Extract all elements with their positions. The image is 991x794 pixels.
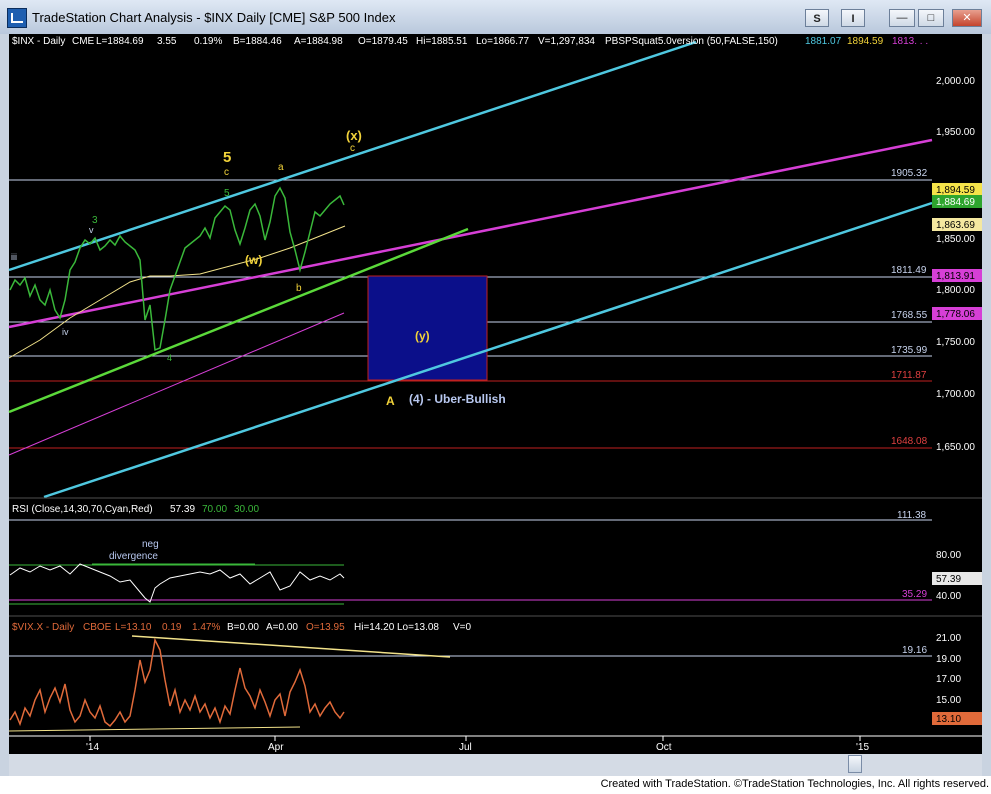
price-bid: B=1884.46	[233, 36, 282, 47]
wave-c-small-label: c	[350, 143, 355, 154]
wave-v-label: v	[89, 225, 94, 235]
price-tick-2000: 2,000.00	[936, 76, 975, 87]
level-label-1905: 1905.32	[891, 168, 928, 179]
price-pane[interactable]: $INX - Daily CME L=1884.69 3.55 0.19% B=…	[8, 36, 982, 499]
price-ask: A=1884.98	[294, 36, 343, 47]
vix-high: Hi=14.20	[354, 622, 395, 633]
level-label-1648: 1648.08	[891, 436, 928, 447]
rsi-value-tag: 57.39	[936, 574, 961, 585]
vix-tick-17: 17.00	[936, 674, 961, 685]
vix-pct: 1.47%	[192, 622, 220, 633]
target-box[interactable]	[367, 275, 488, 381]
price-tick-1700: 1,700.00	[936, 389, 975, 400]
rsi-title: RSI (Close,14,30,70,Cyan,Red)	[12, 504, 153, 515]
study-value-3: 1813. . .	[892, 36, 928, 47]
rsi-os: 30.00	[234, 504, 259, 515]
wave-iv-label: iv	[62, 327, 69, 337]
rsi-tick-40: 40.00	[936, 591, 961, 602]
vix-open: O=13.95	[306, 622, 345, 633]
study-value-2: 1894.59	[847, 36, 884, 47]
lower-channel-line[interactable]	[43, 201, 933, 499]
vix-change: 0.19	[162, 622, 182, 633]
vix-support-line	[8, 726, 301, 732]
wave-a-label: a	[278, 162, 284, 173]
vix-tick-21: 21.00	[936, 633, 961, 644]
upper-channel-line[interactable]	[8, 40, 697, 272]
wave-5-label: 5	[223, 149, 231, 166]
rsi-tick-80: 80.00	[936, 550, 961, 561]
wave-y-label: (y)	[415, 329, 430, 343]
vix-bid: B=0.00	[227, 622, 259, 633]
vix-bars[interactable]	[9, 637, 345, 728]
price-tick-1650: 1,650.00	[936, 442, 975, 453]
vix-resistance-line[interactable]	[131, 635, 451, 658]
x-tick-oct: Oct	[656, 742, 672, 753]
level-label-1768: 1768.55	[891, 310, 928, 321]
magenta-ma-line	[8, 312, 345, 456]
study-value-1: 1881.07	[805, 36, 842, 47]
rsi-note-divergence: divergence	[109, 551, 158, 562]
x-tick-jul: Jul	[459, 742, 472, 753]
axis-tag-1813: 1,813.91	[936, 271, 975, 282]
uber-bullish-label: (4) - Uber-Bullish	[409, 392, 506, 406]
wave-b-label: b	[296, 283, 302, 294]
vix-last: L=13.10	[115, 622, 152, 633]
vix-tick-19: 19.00	[936, 654, 961, 665]
study-name: PBSPSquat5.0version (50,FALSE,150)	[605, 36, 778, 47]
level-label-1811: 1811.49	[891, 265, 927, 276]
price-pct: 0.19%	[194, 36, 222, 47]
rsi-ob: 70.00	[202, 504, 227, 515]
price-tick-1850: 1,850.00	[936, 234, 975, 245]
vix-value-tag: 13.10	[936, 714, 961, 725]
price-last: L=1884.69	[96, 36, 144, 47]
price-symbol: $INX - Daily	[12, 36, 65, 47]
level-label-1711: 1711.87	[891, 370, 927, 381]
price-change: 3.55	[157, 36, 177, 47]
vix-volume: V=0	[453, 622, 472, 633]
x-tick-apr: Apr	[268, 742, 284, 753]
wave-A-label: A	[386, 394, 395, 408]
price-volume: V=1,297,834	[538, 36, 595, 47]
price-low: Lo=1866.77	[476, 36, 530, 47]
axis-tag-1863: 1,863.69	[936, 220, 975, 231]
rsi-note-neg: neg	[142, 539, 159, 550]
x-tick-15: '15	[856, 742, 869, 753]
price-exchange: CME	[72, 36, 95, 47]
vix-ask: A=0.00	[266, 622, 298, 633]
rsi-top-label: 111.38	[897, 510, 927, 521]
level-label-1735: 1735.99	[891, 345, 928, 356]
axis-tag-1894: 1,894.59	[936, 185, 975, 196]
vix-symbol: $VIX.X - Daily	[12, 622, 74, 633]
axis-tag-1778: 1,778.06	[936, 309, 975, 320]
vix-pane[interactable]: $VIX.X - Daily CBOE L=13.10 0.19 1.47% B…	[8, 622, 982, 732]
wave-4-label: 4	[167, 353, 172, 363]
price-tick-1800: 1,800.00	[936, 285, 975, 296]
vix-exchange: CBOE	[83, 622, 112, 633]
wave-iii-label: iii	[11, 252, 17, 262]
wave-w-label: (w)	[245, 253, 262, 267]
chart-svg[interactable]: $INX - Daily CME L=1884.69 3.55 0.19% B=…	[0, 0, 991, 794]
vix-tick-15: 15.00	[936, 695, 961, 706]
x-axis: '14 Apr Jul Oct '15	[9, 735, 982, 753]
vix-low: Lo=13.08	[397, 622, 439, 633]
rsi-value: 57.39	[170, 504, 195, 515]
wave-c-label: c	[224, 167, 229, 178]
x-tick-14: '14	[86, 742, 99, 753]
wave-x-label: (x)	[346, 128, 362, 143]
axis-tag-1884: 1,884.69	[936, 197, 975, 208]
rsi-level-label: 35.29	[902, 589, 927, 600]
rsi-line[interactable]	[9, 563, 345, 603]
wave-5-green-label: 5	[224, 188, 230, 199]
price-high: Hi=1885.51	[416, 36, 468, 47]
price-tick-1750: 1,750.00	[936, 337, 975, 348]
price-tick-1950: 1,950.00	[936, 127, 975, 138]
vix-level-label: 19.16	[902, 645, 927, 656]
price-open: O=1879.45	[358, 36, 408, 47]
rsi-pane[interactable]: RSI (Close,14,30,70,Cyan,Red) 57.39 70.0…	[9, 504, 982, 605]
